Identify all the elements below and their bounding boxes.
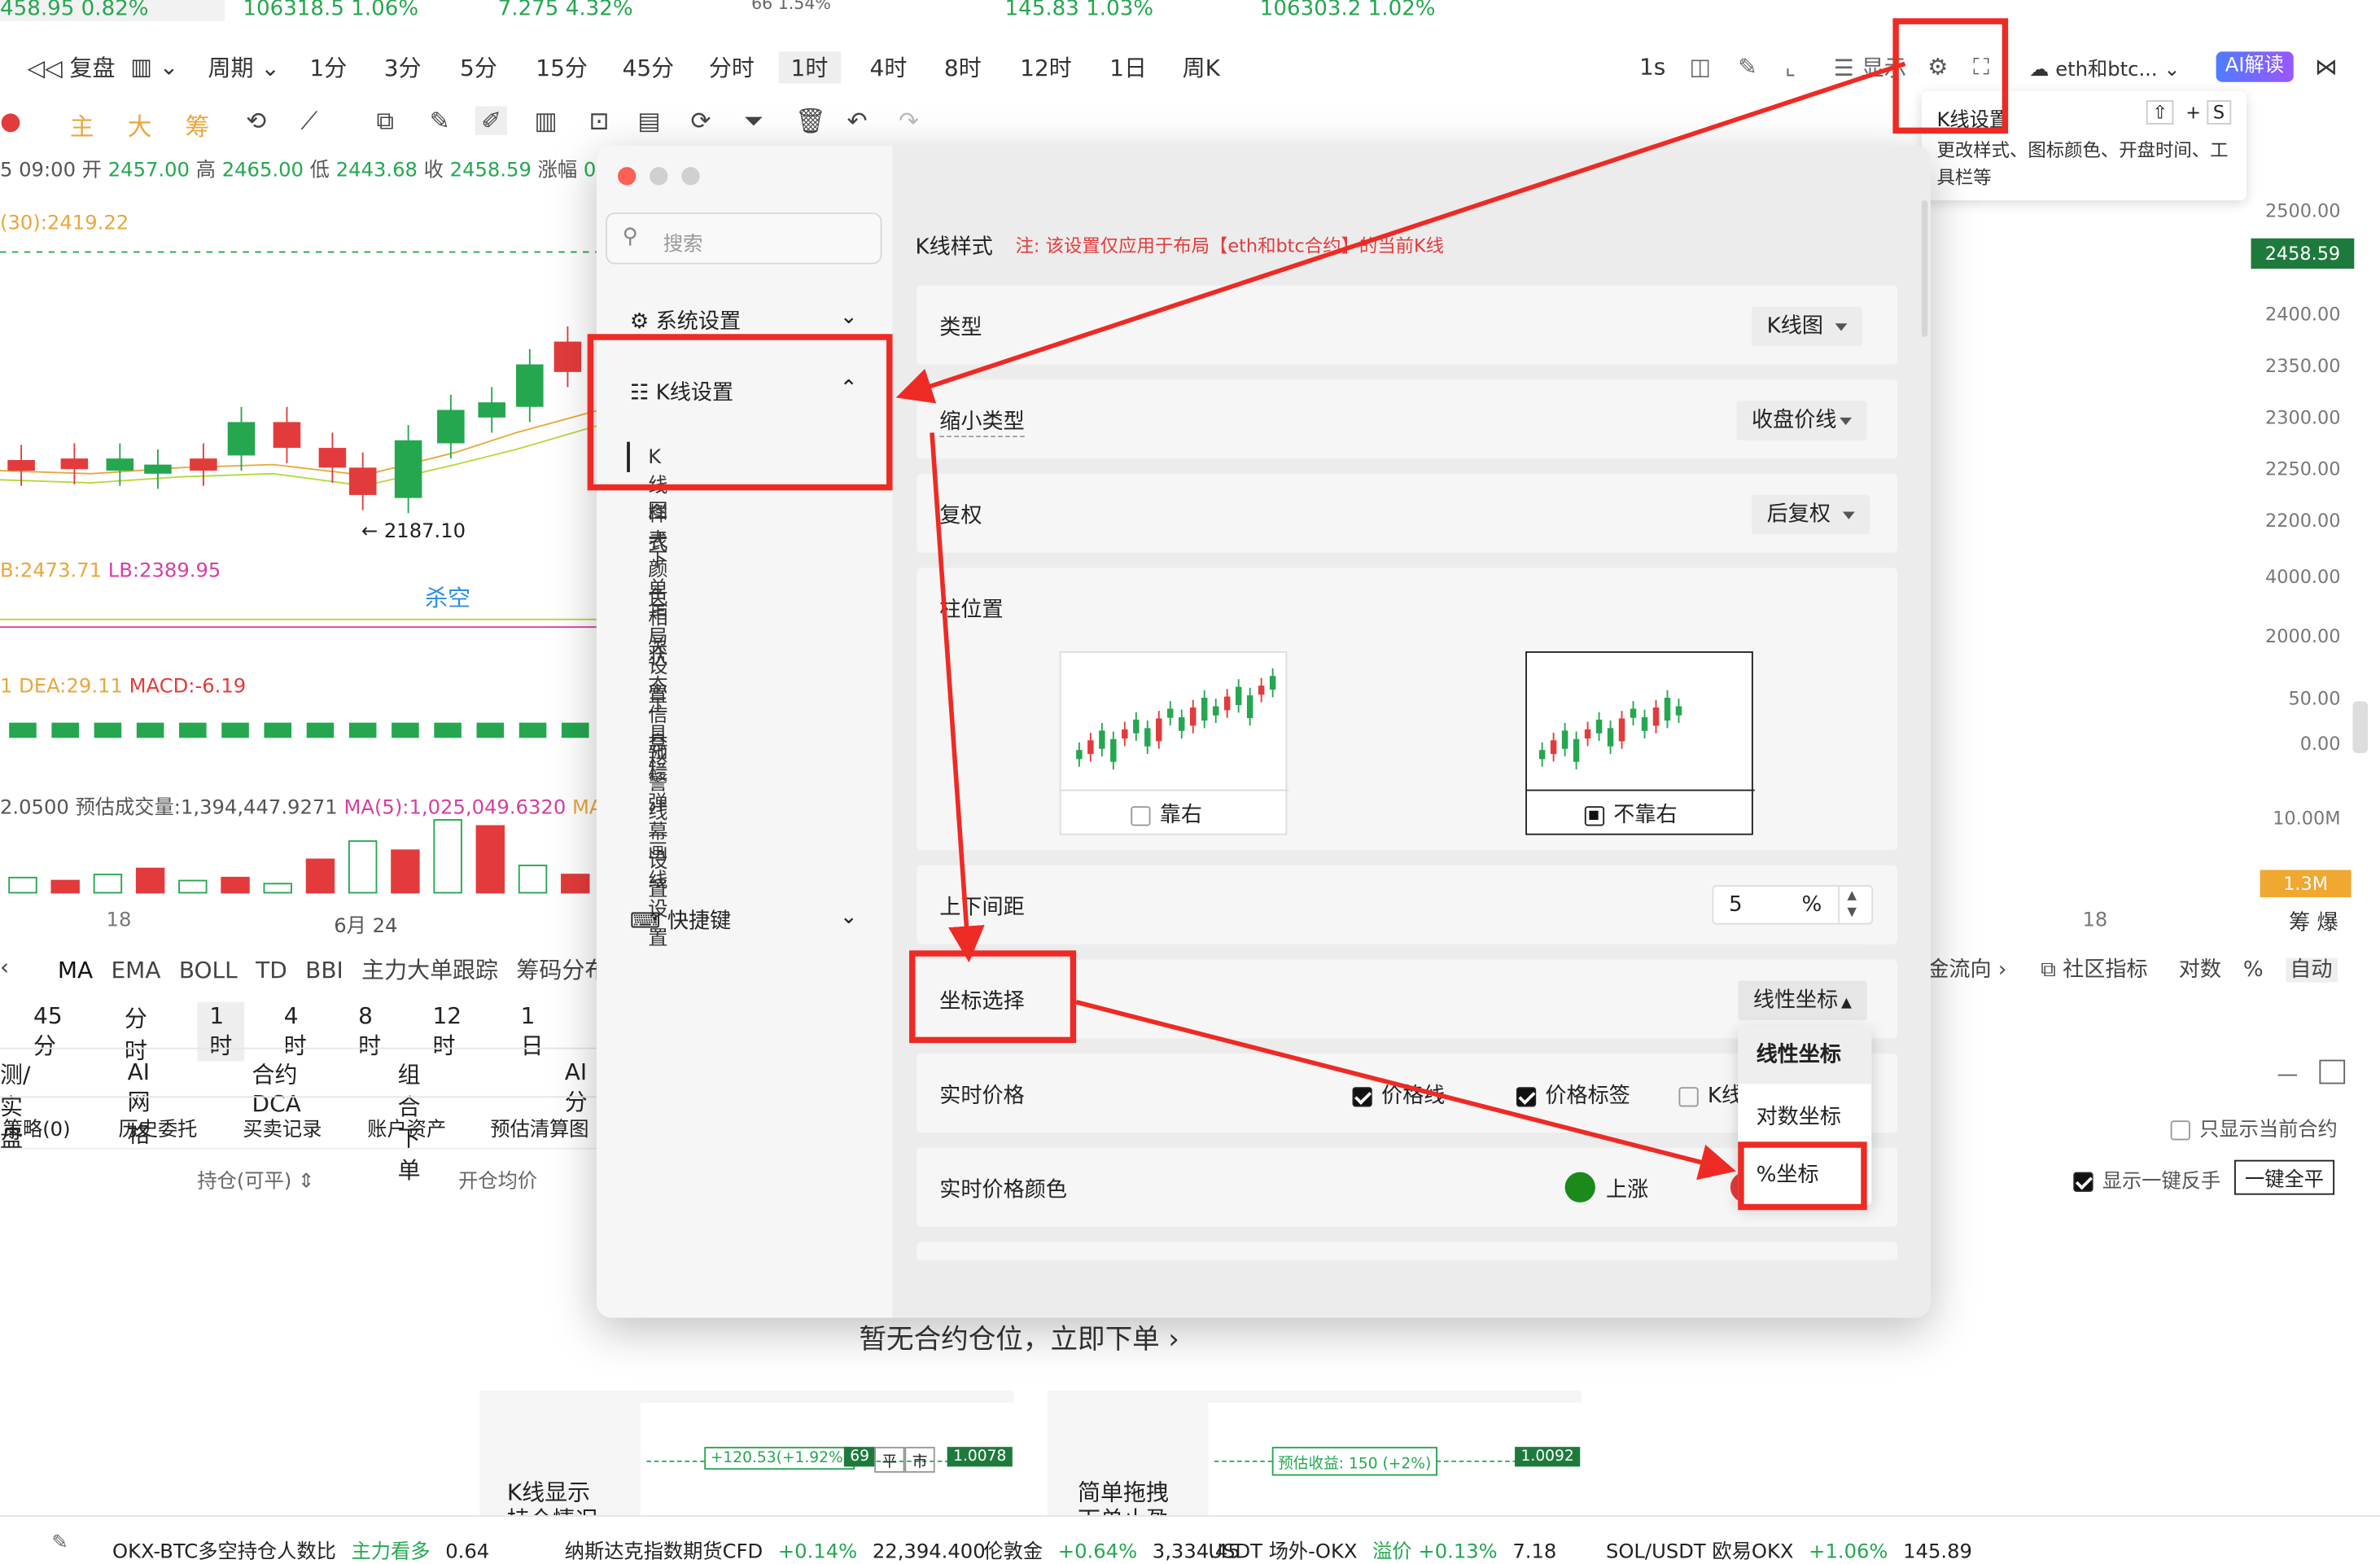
arrow-kline-to-axis <box>930 432 985 963</box>
app-root: 458.95 0.82% 106318.5 1.06% 7.275 4.32% … <box>0 0 2380 1564</box>
annotation-arrows <box>895 61 1906 1181</box>
arrow-axis-to-percent <box>1075 1000 1736 1181</box>
arrow-gear-to-kline <box>895 61 1906 404</box>
